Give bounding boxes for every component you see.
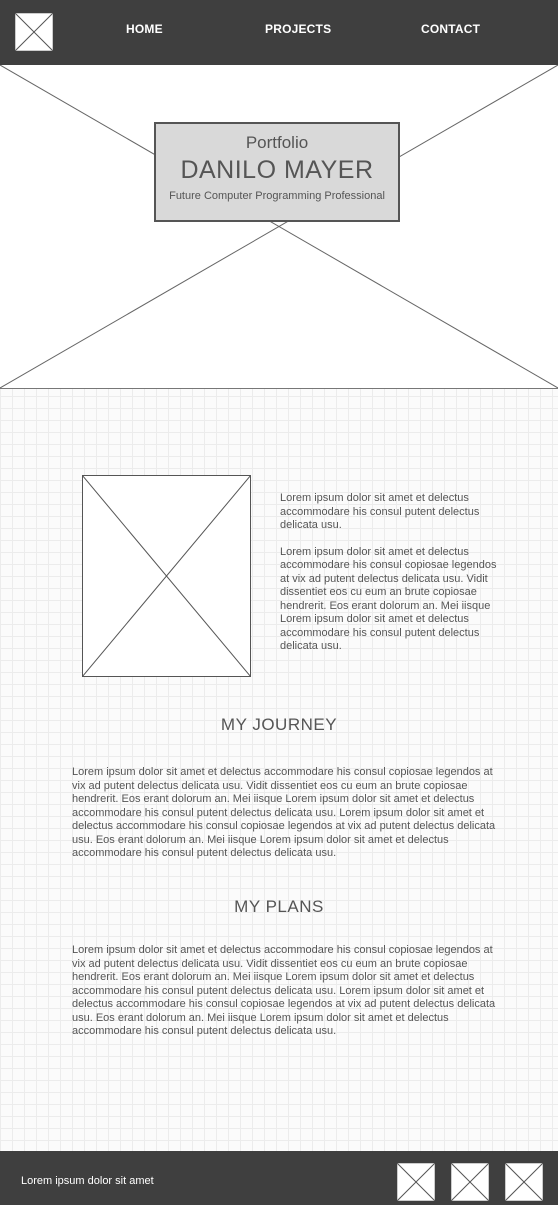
hero-tagline: Future Computer Programming Professional bbox=[169, 190, 385, 202]
hero-image-placeholder-icon bbox=[0, 65, 558, 388]
footer-text: Lorem ipsum dolor sit amet bbox=[21, 1175, 154, 1187]
footer: Lorem ipsum dolor sit amet bbox=[0, 1151, 558, 1205]
about-paragraph: Lorem ipsum dolor sit amet et delectus a… bbox=[280, 545, 497, 653]
nav-link-home[interactable]: HOME bbox=[126, 22, 163, 36]
social-placeholder-icon[interactable] bbox=[397, 1163, 435, 1201]
nav-link-contact[interactable]: CONTACT bbox=[421, 22, 480, 36]
social-placeholder-icon[interactable] bbox=[505, 1163, 543, 1201]
hero-name: DANILO MAYER bbox=[180, 156, 374, 184]
top-nav: HOME PROJECTS CONTACT bbox=[0, 0, 558, 65]
plans-body: Lorem ipsum dolor sit amet et delectus a… bbox=[72, 944, 496, 1037]
hero-banner: Portfolio DANILO MAYER Future Computer P… bbox=[0, 65, 558, 389]
about-text: Lorem ipsum dolor sit amet et delectus a… bbox=[280, 492, 500, 667]
logo-placeholder-icon[interactable] bbox=[15, 13, 53, 51]
journey-title: MY JOURNEY bbox=[220, 715, 338, 734]
about-paragraph: Lorem ipsum dolor sit amet et delectus a… bbox=[280, 492, 480, 531]
social-placeholder-icon[interactable] bbox=[451, 1163, 489, 1201]
hero-kicker: Portfolio bbox=[245, 133, 309, 152]
journey-body: Lorem ipsum dolor sit amet et delectus a… bbox=[72, 766, 496, 859]
hero-title-card: Portfolio DANILO MAYER Future Computer P… bbox=[154, 122, 400, 222]
profile-image-placeholder-icon bbox=[82, 475, 251, 677]
plans-title: MY PLANS bbox=[234, 897, 324, 916]
nav-link-projects[interactable]: PROJECTS bbox=[265, 22, 331, 36]
